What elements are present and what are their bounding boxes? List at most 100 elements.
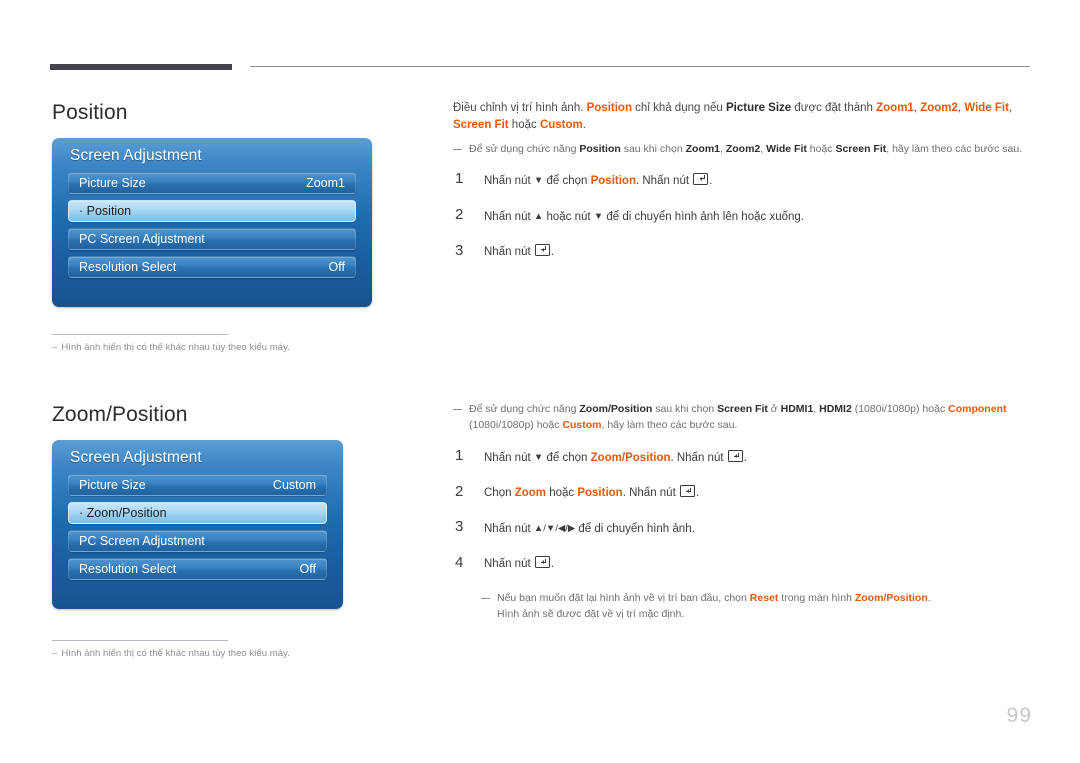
term-zoom-position: Zoom/Position [579,403,653,415]
step-number: 3 [455,241,464,259]
term-zoom: Zoom [514,487,546,499]
term-screen-fit: Screen Fit [835,143,887,155]
intro-text-7: hoặc [508,118,540,131]
intro-text-8: . [582,118,586,131]
osd-row-label: Resolution Select [79,260,177,274]
term-zoom2: Zoom2 [920,102,958,114]
osd-row-value: Zoom1 [306,176,345,190]
step-item: 2 Chọn Zoom hoặc Position. Nhấn nút . [453,483,1033,502]
step-item: 3 Nhấn nút . [453,241,1033,261]
intro-paragraph: Điều chỉnh vị trí hình ảnh. Position chỉ… [453,100,1033,133]
arrow-down-icon: ▼ [533,174,544,186]
arrow-down-icon: ▼ [533,452,544,463]
term-screen-fit: Screen Fit [453,118,509,131]
step-number: 2 [455,205,464,223]
header-rule-thick [50,64,232,70]
term-hdmi1: HDMI1 [780,403,814,415]
step-number: 3 [455,518,464,535]
reset-line-2: Hình ảnh sẽ được đặt về vị trí mặc định. [497,607,685,620]
step-text-4: . [743,452,747,464]
term-position: Position [577,487,623,499]
osd-row-label: Picture Size [79,478,146,492]
term-wide-fit: Wide Fit [766,143,807,155]
reset-text-3: . [927,592,931,604]
osd-panel-title: Screen Adjustment [70,147,202,164]
footnote-divider [52,334,228,335]
note-text-1: Để sử dụng chức năng [469,403,580,415]
step-text-1: Chọn [484,487,515,499]
term-position: Position [590,174,636,187]
osd-row-picture-size[interactable]: Picture Size Custom [68,474,327,496]
intro-text-6: , [1008,102,1013,114]
enter-key-icon [679,485,695,497]
step-text-2: hoặc nút [543,210,594,223]
osd-row-pc-screen-adjustment[interactable]: PC Screen Adjustment [68,530,327,552]
step-item: 2 Nhấn nút ▲ hoặc nút ▼ để di chuyển hình… [453,205,1033,226]
osd-row-list: Picture Size Zoom1 · Position PC Screen … [52,172,372,278]
step-number: 1 [455,169,464,187]
term-zoom2: Zoom2 [725,143,761,155]
step-text-4: . [709,174,713,187]
note-reset: Nếu bạn muốn đặt lại hình ảnh về vị trí … [481,591,1033,622]
footnote-text: – Hình ảnh hiển thị có thể khác nhau tùy … [52,648,290,659]
step-text-2: để chọn [543,174,591,187]
osd-row-label: PC Screen Adjustment [79,232,205,246]
note-text-3: ở [767,403,781,415]
page-title-zoom-position: Zoom/Position [52,403,188,426]
step-text-2: để chọn [543,452,591,464]
osd-row-resolution-select[interactable]: Resolution Select Off [68,256,356,278]
term-hdmi2: HDMI2 [819,403,852,415]
term-screen-fit: Screen Fit [717,403,768,415]
footnote-text: – Hình ảnh hiển thị có thể khác nhau tùy … [52,342,290,353]
osd-row-pc-screen-adjustment[interactable]: PC Screen Adjustment [68,228,356,250]
term-custom: Custom [562,418,602,431]
osd-menu-panel-zoom-position: Screen Adjustment Picture Size Custom · … [52,440,343,609]
body-column-zoom-position: Để sử dụng chức năng Zoom/Position sau k… [453,402,1033,626]
osd-row-value: Off [328,260,345,274]
reset-text-2: trong màn hình [778,592,855,604]
note-text-2: sau khi chọn [652,403,718,415]
note-text-6: (1080i/1080p) hoặc [469,418,563,431]
note-text-6: , hãy làm theo các bước sau. [886,143,1023,155]
header-rule-thin [250,66,1030,67]
osd-row-zoom-position[interactable]: · Zoom/Position [68,502,327,524]
body-column-position: Điều chỉnh vị trí hình ảnh. Position chỉ… [453,100,1033,279]
note-position-usage: Để sử dụng chức năng Position sau khi ch… [453,142,1033,158]
osd-row-resolution-select[interactable]: Resolution Select Off [68,558,327,580]
step-text-1: Nhấn nút [484,174,534,187]
enter-key-icon [534,556,550,568]
osd-row-label: · Zoom/Position [79,506,167,520]
osd-row-label: PC Screen Adjustment [79,534,205,548]
step-text-2: hoặc [546,487,578,499]
step-text-3: để di chuyển hình ảnh lên hoặc xuống. [603,210,804,223]
step-item: 1 Nhấn nút ▼ để chọn Position. Nhấn nút . [453,169,1033,190]
term-picture-size: Picture Size [725,102,792,114]
reset-text-1: Nếu bạn muốn đặt lại hình ảnh về vị trí … [497,592,750,604]
note-text-1: Để sử dụng chức năng [469,143,580,155]
footnote-divider [52,640,228,641]
term-position: Position [586,102,632,114]
footnote-zoom-position: – Hình ảnh hiển thị có thể khác nhau tùy … [52,640,290,659]
page-title-position: Position [52,101,128,124]
osd-row-position[interactable]: · Position [68,200,356,222]
step-text-2: để di chuyển hình ảnh. [575,523,695,535]
osd-row-picture-size[interactable]: Picture Size Zoom1 [68,172,356,194]
term-wide-fit: Wide Fit [964,102,1009,114]
footnote-dash: – [52,342,58,353]
footnote-body: Hình ảnh hiển thị có thể khác nhau tùy t… [61,342,290,353]
enter-key-icon [727,450,743,462]
osd-row-label: Picture Size [79,176,146,190]
osd-row-value: Custom [272,478,316,492]
step-text-1: Nhấn nút [484,245,534,258]
term-zoom-position: Zoom/Position [590,452,671,464]
step-text-1: Nhấn nút [484,523,534,535]
osd-row-label: · Position [79,204,132,218]
enter-key-icon [693,172,709,185]
step-number: 2 [455,483,464,500]
osd-panel-title: Screen Adjustment [70,449,202,466]
intro-text-1: Điều chỉnh vị trí hình ảnh. [453,102,587,114]
arrow-cluster-icon: ▲/▼/◀/▶ [533,523,576,534]
note-text-5: hoặc [806,143,836,155]
note-text-7: , hãy làm theo các bước sau. [601,418,738,431]
enter-key-icon [534,243,550,256]
